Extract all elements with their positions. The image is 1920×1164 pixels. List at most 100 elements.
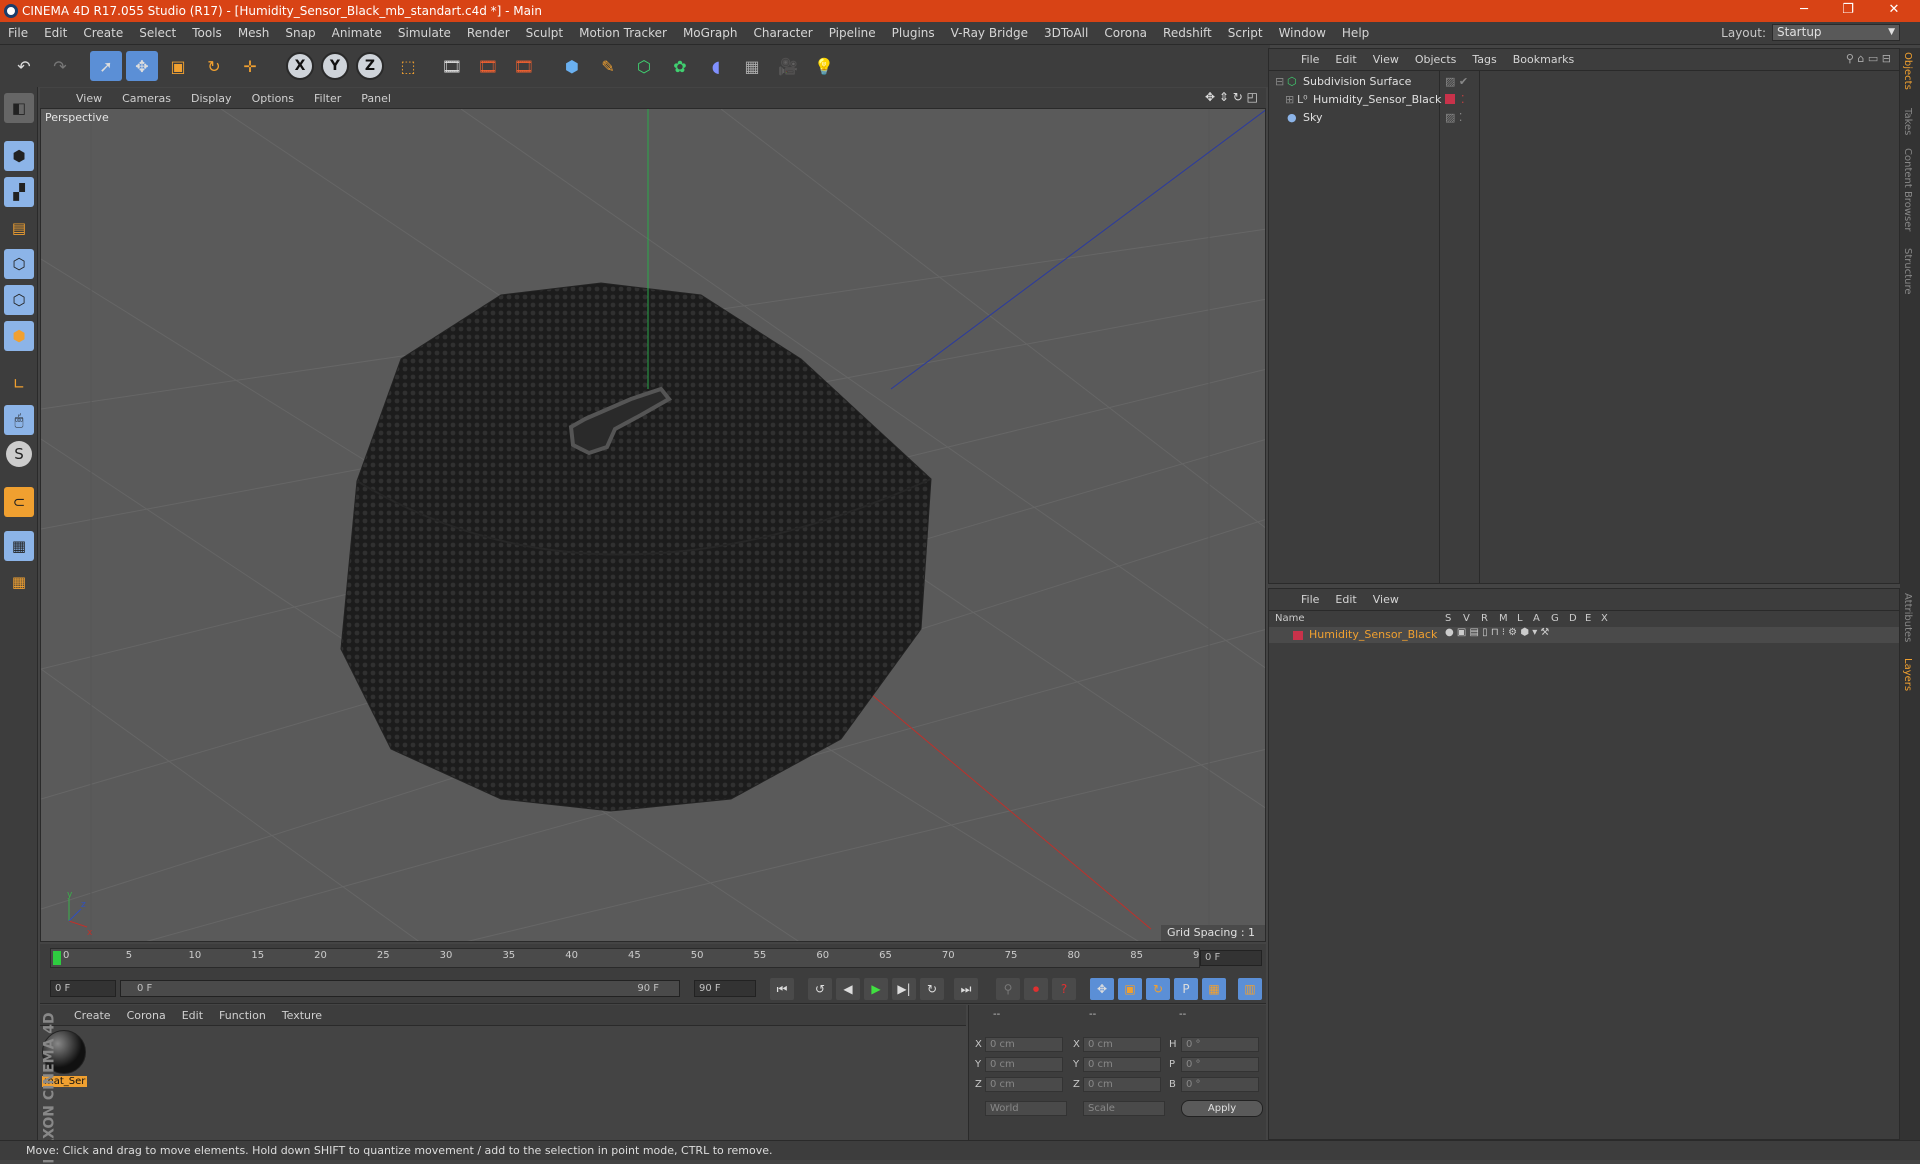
workplane-mode-icon[interactable]: ▤ (4, 213, 34, 243)
layer-col-deformers[interactable]: D (1569, 613, 1577, 624)
coord-mode-dropdown[interactable]: World (985, 1101, 1067, 1116)
layer-col-solo[interactable]: S (1445, 613, 1451, 624)
expand-icon[interactable]: ⊞ (1285, 91, 1294, 108)
material-menu-texture[interactable]: Texture (274, 1009, 330, 1022)
menu-render[interactable]: Render (459, 26, 518, 40)
menu-select[interactable]: Select (131, 26, 184, 40)
go-to-start-icon[interactable]: ⏮ (770, 978, 794, 1000)
texture-mode-icon[interactable]: ▞ (4, 177, 34, 207)
workplane-lock-icon[interactable]: ▦ (4, 531, 34, 561)
axis-y-lock[interactable]: Y (321, 52, 349, 80)
key-scale-icon[interactable]: ▣ (1118, 978, 1142, 1000)
viewport-menu-options[interactable]: Options (242, 92, 304, 105)
coord-size-x-field[interactable]: 0 cm (1083, 1037, 1161, 1052)
visibility-dots-icon[interactable]: ▨ ⁚ (1445, 109, 1462, 126)
minimize-button[interactable]: ─ (1782, 0, 1826, 22)
tab-objects[interactable]: Objects (1902, 52, 1913, 90)
floor-icon[interactable]: ▦ (736, 51, 768, 81)
material-menu-create[interactable]: Create (66, 1009, 119, 1022)
menu-redshift[interactable]: Redshift (1155, 26, 1220, 40)
menu-create[interactable]: Create (75, 26, 131, 40)
play-icon[interactable]: ▶ (864, 978, 888, 1000)
object-row-subdivision[interactable]: ⊟ ⬡ Subdivision Surface ▨ ✔ (1269, 73, 1899, 90)
coord-rot-b-field[interactable]: 0 ° (1181, 1077, 1259, 1092)
coord-pos-z-field[interactable]: 0 cm (985, 1077, 1063, 1092)
layer-col-expressions[interactable]: E (1585, 613, 1591, 624)
tab-structure[interactable]: Structure (1902, 248, 1913, 295)
go-to-end-icon[interactable]: ⏭ (954, 978, 978, 1000)
tab-takes[interactable]: Takes (1902, 108, 1913, 135)
rotate-tool-icon[interactable]: ↻ (198, 51, 230, 81)
axis-x-lock[interactable]: X (286, 52, 314, 80)
viewport-menu-display[interactable]: Display (181, 92, 242, 105)
preview-range-slider[interactable]: 0 F 90 F (120, 980, 680, 997)
light-icon[interactable]: 💡 (808, 51, 840, 81)
mograph-cloner-icon[interactable]: ✿ (664, 51, 696, 81)
size-mode-dropdown[interactable]: Scale (1083, 1101, 1165, 1116)
coordinate-system-icon[interactable]: ⬚ (392, 51, 424, 81)
start-frame-field[interactable]: 0 F (50, 980, 116, 997)
menu-snap[interactable]: Snap (277, 26, 323, 40)
layer-col-locked[interactable]: L (1517, 613, 1523, 624)
previous-key-icon[interactable]: ↺ (808, 978, 832, 1000)
menu-motion-tracker[interactable]: Motion Tracker (571, 26, 675, 40)
autokey-icon[interactable]: ⏺ (1024, 978, 1048, 1000)
tab-content-browser[interactable]: Content Browser (1902, 148, 1913, 231)
key-parameter-icon[interactable]: P (1174, 978, 1198, 1000)
objects-menu-view[interactable]: View (1365, 53, 1407, 66)
axis-z-lock[interactable]: Z (356, 52, 384, 80)
playhead-marker[interactable] (53, 951, 61, 965)
humidity-sensor-model[interactable] (340, 282, 932, 812)
material-menu-function[interactable]: Function (211, 1009, 274, 1022)
points-mode-icon[interactable]: ⬡ (4, 249, 34, 279)
tab-attributes[interactable]: Attributes (1902, 593, 1913, 642)
loop-icon[interactable]: ↻ (920, 978, 944, 1000)
undo-icon[interactable]: ↶ (8, 51, 40, 81)
apply-button[interactable]: Apply (1181, 1100, 1263, 1117)
layers-menu-edit[interactable]: Edit (1327, 593, 1364, 606)
coord-rot-p-field[interactable]: 0 ° (1181, 1057, 1259, 1072)
timeline-window-icon[interactable]: ▥ (1238, 978, 1262, 1000)
menu-animate[interactable]: Animate (324, 26, 390, 40)
deformer-icon[interactable]: ◖ (700, 51, 732, 81)
objects-menu-bookmarks[interactable]: Bookmarks (1505, 53, 1582, 66)
menu-pipeline[interactable]: Pipeline (821, 26, 884, 40)
menu-mograph[interactable]: MoGraph (675, 26, 746, 40)
render-view-icon[interactable]: 🎞 (436, 51, 468, 81)
polygons-mode-icon[interactable]: ⬢ (4, 321, 34, 351)
key-rotation-icon[interactable]: ↻ (1146, 978, 1170, 1000)
cube-primitive-icon[interactable]: ⬢ (556, 51, 588, 81)
material-menu-edit[interactable]: Edit (174, 1009, 211, 1022)
visibility-dots-icon[interactable]: ▨ ✔ (1445, 73, 1468, 90)
menu-character[interactable]: Character (745, 26, 820, 40)
key-position-icon[interactable]: ✥ (1090, 978, 1114, 1000)
layer-col-xref[interactable]: X (1601, 613, 1608, 624)
objects-menu-objects[interactable]: Objects (1407, 53, 1465, 66)
layout-dropdown[interactable]: Startup ▼ (1772, 24, 1900, 41)
menu-mesh[interactable]: Mesh (230, 26, 278, 40)
menu-plugins[interactable]: Plugins (884, 26, 943, 40)
menu-vray-bridge[interactable]: V-Ray Bridge (943, 26, 1036, 40)
previous-frame-icon[interactable]: ◀ (836, 978, 860, 1000)
menu-help[interactable]: Help (1334, 26, 1377, 40)
menu-script[interactable]: Script (1220, 26, 1271, 40)
objects-menu-file[interactable]: File (1293, 53, 1327, 66)
layer-col-view[interactable]: V (1463, 613, 1470, 624)
coord-size-y-field[interactable]: 0 cm (1083, 1057, 1161, 1072)
make-editable-icon[interactable]: ◧ (4, 93, 34, 123)
coord-rot-h-field[interactable]: 0 ° (1181, 1037, 1259, 1052)
layers-menu-file[interactable]: File (1293, 593, 1327, 606)
render-picture-icon[interactable]: 🎞 (472, 51, 504, 81)
coord-pos-y-field[interactable]: 0 cm (985, 1057, 1063, 1072)
redo-icon[interactable]: ↷ (44, 51, 76, 81)
solo-mode-icon[interactable]: S (6, 441, 32, 467)
visibility-dots-icon[interactable]: ⁚ (1461, 91, 1465, 108)
scale-tool-icon[interactable]: ▣ (162, 51, 194, 81)
layer-col-generators[interactable]: G (1551, 613, 1559, 624)
menu-window[interactable]: Window (1271, 26, 1334, 40)
menu-file[interactable]: File (0, 26, 36, 40)
layer-color-swatch[interactable] (1293, 631, 1303, 640)
enable-axis-icon[interactable]: ∟ (4, 369, 34, 399)
keyframe-selection-icon[interactable]: ? (1052, 978, 1076, 1000)
layer-row[interactable]: Humidity_Sensor_Black ● ▣ ▤ ▯ ⊓ ⁝ ⚙ ⬢ ▾ … (1269, 627, 1899, 643)
